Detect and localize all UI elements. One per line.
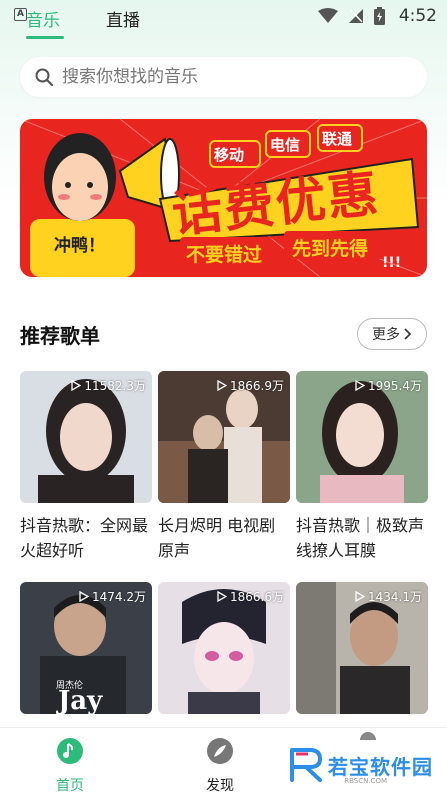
- banner-exclaim: !!!: [382, 255, 402, 271]
- playlist-card[interactable]: 1866.6万: [158, 582, 290, 714]
- playlist-cover: 1866.9万: [158, 371, 290, 503]
- play-icon: [79, 591, 89, 602]
- playlist-cover: 1866.6万: [158, 582, 290, 714]
- play-count: 1474.2万: [79, 588, 146, 605]
- wifi-icon: [318, 8, 338, 23]
- play-count-value: 1995.4万: [368, 379, 422, 393]
- play-icon: [217, 380, 227, 391]
- playlist-card[interactable]: 1995.4万 抖音热歌｜极致声线撩人耳膜: [296, 371, 428, 563]
- play-count: 1866.9万: [217, 377, 284, 394]
- promo-banner[interactable]: 移动 电信 联通 话费优惠 不要错过 先到先得 冲鸭！ !!!: [20, 119, 427, 277]
- search-icon: [35, 68, 54, 87]
- playlist-card[interactable]: 1434.1万: [296, 582, 428, 714]
- play-count: 11582.3万: [71, 377, 146, 394]
- play-count-value: 1866.9万: [230, 379, 284, 393]
- status-time: 4:52: [398, 6, 437, 26]
- nav-home-label: 首页: [56, 778, 84, 794]
- nav-home[interactable]: 首页: [55, 736, 85, 794]
- battery-charging-icon: [374, 7, 385, 25]
- banner-carrier-1: 移动: [214, 146, 245, 164]
- playlist-cover: 11582.3万: [20, 371, 152, 503]
- nav-profile-icon[interactable]: [360, 732, 376, 740]
- banner-carrier-2: 电信: [270, 136, 301, 154]
- play-count-value: 1474.2万: [92, 590, 146, 604]
- play-count-value: 1866.6万: [230, 590, 284, 604]
- cover-text: Jay: [58, 686, 103, 714]
- play-count: 1995.4万: [355, 377, 422, 394]
- compass-icon: [207, 738, 233, 764]
- watermark-text: 若宝软件园: [328, 754, 433, 779]
- playlist-title: 抖音热歌｜极致声线撩人耳膜: [296, 516, 425, 560]
- more-button[interactable]: 更多: [357, 318, 427, 350]
- play-count-value: 11582.3万: [84, 379, 146, 393]
- banner-carrier-3: 联通: [322, 130, 353, 148]
- play-icon: [355, 380, 365, 391]
- nav-discover-label: 发现: [206, 778, 234, 794]
- watermark-logo: [290, 748, 323, 782]
- tab-music[interactable]: 音乐: [26, 6, 64, 39]
- playlist-cover: 1995.4万: [296, 371, 428, 503]
- status-icons: [318, 7, 385, 25]
- playlist-title: 抖音热歌：全网最火超好听: [20, 516, 149, 560]
- section-title: 推荐歌单: [20, 324, 100, 348]
- banner-mascot-text: 冲鸭！: [54, 236, 105, 256]
- play-count: 1434.1万: [355, 588, 422, 605]
- top-tabs: 音乐 直播: [26, 6, 140, 39]
- playlist-card[interactable]: 1866.9万 长月烬明 电视剧原声: [158, 371, 290, 563]
- play-count-value: 1434.1万: [368, 590, 422, 604]
- nav-discover[interactable]: 发现: [205, 736, 235, 794]
- playlist-title: 长月烬明 电视剧原声: [158, 516, 276, 560]
- banner-sub-right: 先到先得: [292, 238, 369, 260]
- banner-sub-left: 不要错过: [186, 244, 263, 266]
- tab-live[interactable]: 直播: [106, 6, 140, 31]
- search-bar[interactable]: [20, 57, 427, 97]
- music-note-icon: [57, 738, 83, 764]
- chevron-right-icon: [404, 328, 412, 340]
- more-label: 更多: [372, 327, 400, 343]
- playlist-cover: 周杰伦 Jay 1474.2万: [20, 582, 152, 714]
- play-count: 1866.6万: [217, 588, 284, 605]
- play-icon: [355, 591, 365, 602]
- playlist-cover: 1434.1万: [296, 582, 428, 714]
- playlist-card[interactable]: 11582.3万 抖音热歌：全网最火超好听: [20, 371, 152, 563]
- search-input[interactable]: [62, 67, 392, 87]
- play-icon: [71, 380, 82, 391]
- playlist-card[interactable]: 周杰伦 Jay 1474.2万: [20, 582, 152, 714]
- signal-off-icon: [349, 9, 363, 23]
- watermark-sub: RBSCN.COM: [344, 777, 387, 785]
- play-icon: [217, 591, 227, 602]
